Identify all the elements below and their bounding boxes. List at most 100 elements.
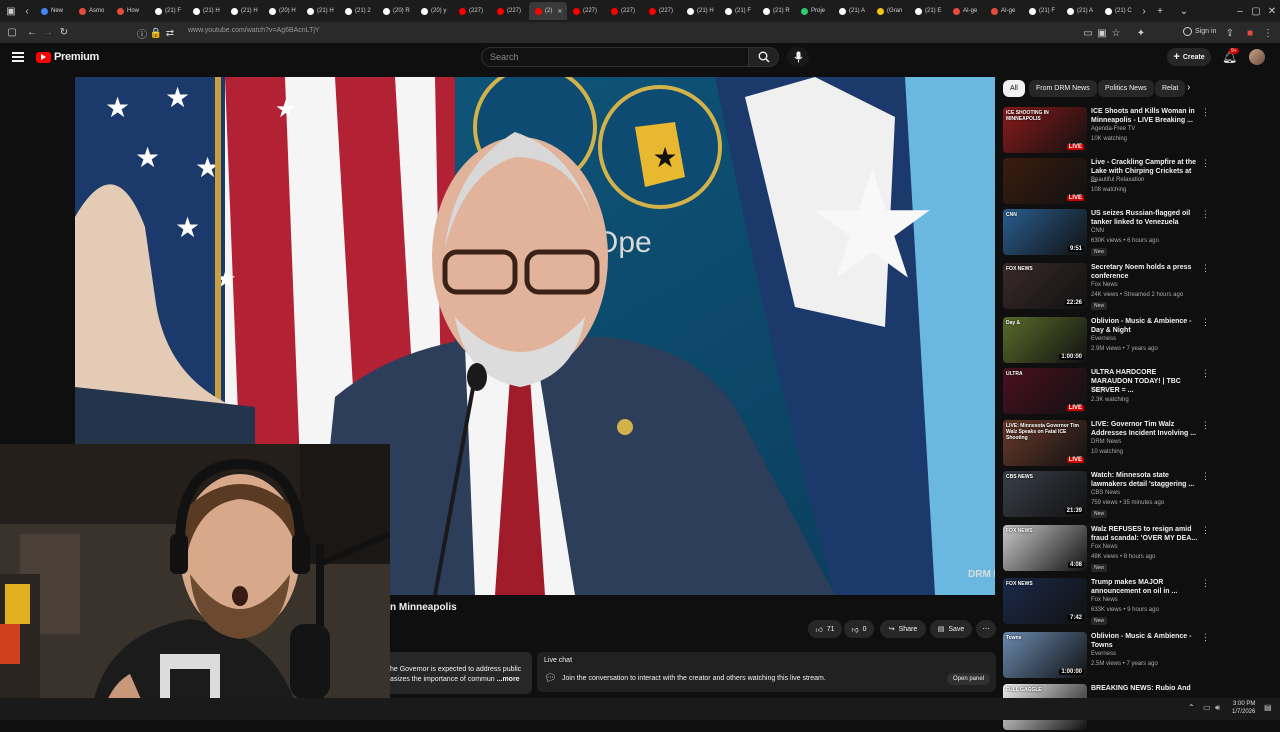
browser-tab[interactable]: (21) F xyxy=(1023,2,1061,20)
browser-tab[interactable]: (227) xyxy=(643,2,681,20)
channel-name[interactable]: Fox News xyxy=(1091,597,1118,603)
channel-name[interactable]: CBS News xyxy=(1091,490,1120,496)
recommendation-title[interactable]: ULTRA HARDCORE MARAUDON TODAY! | TBC SER… xyxy=(1091,368,1199,395)
extensions-icon[interactable]: ✦ xyxy=(1133,25,1149,41)
browser-tab[interactable]: (21) A xyxy=(833,2,871,20)
tray-chevron-icon[interactable]: ⌃ xyxy=(1188,703,1195,712)
browser-tab[interactable]: Proje xyxy=(795,2,833,20)
channel-name[interactable]: DRM News xyxy=(1091,439,1121,445)
recommendation-item[interactable]: FOX NEWS 22:26 Secretary Noem holds a pres… xyxy=(1003,263,1210,311)
url-text[interactable]: www.youtube.com/watch?v=Ag6BAcnLTjY xyxy=(188,27,320,34)
browser-tab[interactable]: (227) xyxy=(605,2,643,20)
more-vertical-icon[interactable]: ⋮ xyxy=(1201,158,1210,169)
share-button[interactable]: ↪ Share xyxy=(880,620,926,638)
browser-tab[interactable]: (2) ✕ xyxy=(529,2,567,20)
browser-tab[interactable]: (21) H xyxy=(681,2,719,20)
tab-search-icon[interactable]: ⌄ xyxy=(1176,3,1192,19)
browser-tab[interactable]: (21) H xyxy=(187,2,225,20)
channel-name[interactable]: Fox News xyxy=(1091,544,1118,550)
video-thumbnail[interactable]: ICE SHOOTING IN MINNEAPOLIS LIVE xyxy=(1003,107,1087,153)
recommendation-title[interactable]: ICE Shoots and Kills Woman in Minneapoli… xyxy=(1091,107,1199,125)
open-panel-button[interactable]: Open panel xyxy=(947,673,991,685)
channel-name[interactable]: Everness xyxy=(1091,651,1116,657)
recommendation-item[interactable]: FOX NEWS 7:42 Trump makes MAJOR announceme… xyxy=(1003,578,1210,626)
recommendation-item[interactable]: FOX NEWS 4:08 Walz REFUSES to resign amid … xyxy=(1003,525,1210,573)
recommendation-item[interactable]: CBS NEWS 21:39 Watch: Minnesota state lawm… xyxy=(1003,471,1210,519)
description-box[interactable]: he Governor is expected to address publi… xyxy=(384,652,532,694)
browser-tab[interactable]: New xyxy=(35,2,73,20)
close-window-icon[interactable]: ✕ xyxy=(1264,3,1280,19)
reload-icon[interactable]: ↻ xyxy=(56,25,72,41)
filter-chip[interactable]: All xyxy=(1003,80,1025,97)
sign-in-button[interactable]: Sign in xyxy=(1183,27,1216,36)
more-actions-button[interactable]: ⋯ xyxy=(976,620,996,638)
filter-chip[interactable]: Politics News xyxy=(1098,80,1154,97)
browser-tab[interactable]: (21) H xyxy=(301,2,339,20)
browser-tab[interactable]: (20) y xyxy=(415,2,453,20)
bookmark-star-icon[interactable]: ☆ xyxy=(1108,25,1124,41)
recommendation-item[interactable]: Day & 1:00:00 Oblivion - Music & Ambience … xyxy=(1003,317,1210,365)
browser-tab[interactable]: (21) F xyxy=(719,2,757,20)
browser-tab[interactable]: (21) E xyxy=(909,2,947,20)
browser-tab[interactable]: (21) R xyxy=(757,2,795,20)
recommendation-title[interactable]: LIVE: Governor Tim Walz Addresses Incide… xyxy=(1091,420,1199,438)
video-thumbnail[interactable]: Day & 1:00:00 xyxy=(1003,317,1087,363)
profile-flag-icon[interactable]: ■ xyxy=(1242,25,1258,41)
close-tab-icon[interactable]: ✕ xyxy=(557,8,562,15)
forward-icon[interactable]: → xyxy=(40,25,56,41)
browser-tab[interactable]: (20) H xyxy=(263,2,301,20)
video-thumbnail[interactable]: Towns 1:00:00 xyxy=(1003,632,1087,678)
recommendation-title[interactable]: Oblivion - Music & Ambience - Towns xyxy=(1091,632,1199,650)
more-vertical-icon[interactable]: ⋮ xyxy=(1201,578,1210,589)
browser-tab[interactable]: (21) A xyxy=(1061,2,1099,20)
more-vertical-icon[interactable]: ⋮ xyxy=(1201,317,1210,328)
video-thumbnail[interactable]: FOX NEWS 22:26 xyxy=(1003,263,1087,309)
recommendation-title[interactable]: Trump makes MAJOR announcement on oil in… xyxy=(1091,578,1199,596)
browser-menu-icon[interactable]: ⋮ xyxy=(1260,25,1276,41)
tray-network-icon[interactable]: ▭ xyxy=(1203,703,1211,712)
recommendation-title[interactable]: Secretary Noem holds a press conference xyxy=(1091,263,1199,281)
recommendation-item[interactable]: LIVE Live - Crackling Campfire at the Lak… xyxy=(1003,158,1210,206)
browser-tab[interactable]: (227) xyxy=(453,2,491,20)
browser-tab[interactable]: (21) H xyxy=(225,2,263,20)
avatar[interactable] xyxy=(1249,49,1265,65)
channel-name[interactable]: CNN xyxy=(1091,228,1104,234)
voice-search-button[interactable] xyxy=(787,47,809,67)
more-link[interactable]: ...more xyxy=(497,676,520,683)
create-button[interactable]: + Create xyxy=(1167,48,1211,66)
scroll-tabs-left-icon[interactable]: ‹ xyxy=(19,3,35,19)
filter-chip[interactable]: Relat xyxy=(1155,80,1186,97)
maximize-icon[interactable]: ▢ xyxy=(1248,3,1264,19)
more-vertical-icon[interactable]: ⋮ xyxy=(1201,263,1210,274)
search-button[interactable] xyxy=(749,47,779,67)
video-thumbnail[interactable]: LIVE xyxy=(1003,158,1087,204)
chips-next-icon[interactable]: › xyxy=(1187,82,1190,93)
recommendation-item[interactable]: Towns 1:00:00 Oblivion - Music & Ambience … xyxy=(1003,632,1210,680)
recommendation-title[interactable]: BREAKING NEWS: Rubio And xyxy=(1091,684,1199,693)
channel-name[interactable]: Everness xyxy=(1091,336,1116,342)
scroll-tabs-right-icon[interactable]: › xyxy=(1136,3,1152,19)
more-vertical-icon[interactable]: ⋮ xyxy=(1201,209,1210,220)
more-vertical-icon[interactable]: ⋮ xyxy=(1201,632,1210,643)
browser-tab[interactable]: (227) xyxy=(567,2,605,20)
more-vertical-icon[interactable]: ⋮ xyxy=(1201,107,1210,118)
like-button[interactable]: 👍︎ 71 xyxy=(808,620,842,638)
more-vertical-icon[interactable]: ⋮ xyxy=(1201,420,1210,431)
recommendation-title[interactable]: Oblivion - Music & Ambience - Day & Nigh… xyxy=(1091,317,1199,335)
new-tab-icon[interactable]: + xyxy=(1152,3,1168,19)
minimize-icon[interactable]: – xyxy=(1232,3,1248,19)
back-icon[interactable]: ← xyxy=(24,25,40,41)
upload-icon[interactable]: ⇪ xyxy=(1222,25,1238,41)
more-vertical-icon[interactable]: ⋮ xyxy=(1201,368,1210,379)
browser-tab[interactable]: AI-ge xyxy=(985,2,1023,20)
dislike-button[interactable]: 👎︎ 0 xyxy=(844,620,874,638)
channel-name[interactable]: Agenda-Free TV xyxy=(1091,126,1135,132)
video-thumbnail[interactable]: LIVE: Minnesota Governor Tim Walz Speaks… xyxy=(1003,420,1087,466)
more-vertical-icon[interactable]: ⋮ xyxy=(1201,471,1210,482)
youtube-logo[interactable]: Premium xyxy=(36,51,99,63)
video-thumbnail[interactable]: FOX NEWS 4:08 xyxy=(1003,525,1087,571)
video-thumbnail[interactable]: CBS NEWS 21:39 xyxy=(1003,471,1087,517)
recommendation-item[interactable]: CNN 9:51 US seizes Russian-flagged oil tan… xyxy=(1003,209,1210,257)
browser-tab[interactable]: (227) xyxy=(491,2,529,20)
recommendation-title[interactable]: Walz REFUSES to resign amid fraud scanda… xyxy=(1091,525,1199,543)
